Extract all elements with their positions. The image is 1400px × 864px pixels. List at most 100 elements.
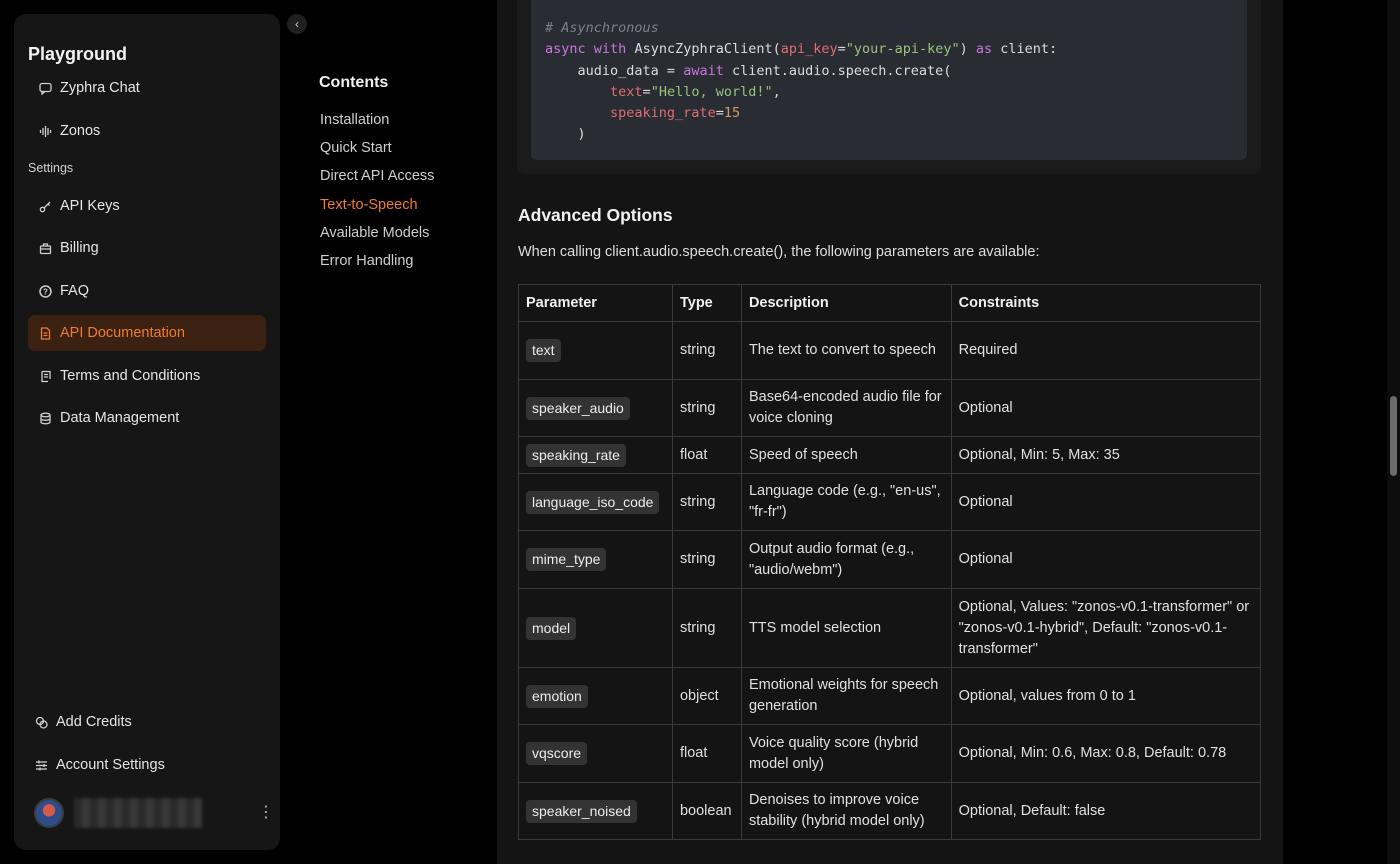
sidebar-item-label: Data Management [60, 410, 180, 426]
sidebar-item-zyphra-chat[interactable]: Zyphra Chat [28, 70, 266, 106]
document-icon [38, 326, 52, 340]
param-type: string [671, 473, 742, 531]
sidebar: Playground Zyphra Chat Zonos Settings AP… [14, 14, 280, 850]
param-description: TTS model selection [740, 588, 952, 668]
param-name: speaker_audio [526, 396, 630, 420]
toc-item-direct-api-access[interactable]: Direct API Access [320, 168, 434, 184]
coins-icon [34, 715, 48, 729]
scrollbar-thumb[interactable] [1390, 396, 1397, 476]
toc-item-installation[interactable]: Installation [320, 112, 389, 128]
param-name: vqscore [526, 742, 588, 765]
sidebar-item-label: API Keys [60, 198, 120, 214]
brand-title: Playground [28, 44, 128, 64]
param-name: mime_type [526, 548, 607, 571]
param-constraints: Optional [950, 473, 1262, 531]
database-icon [38, 411, 52, 425]
param-constraints: Optional, Default: false [950, 782, 1262, 840]
sidebar-item-terms[interactable]: Terms and Conditions [28, 358, 266, 394]
param-description: Emotional weights for speech generation [740, 667, 952, 725]
avatar [34, 798, 64, 828]
header-type: Type [671, 284, 742, 322]
header-description: Description [740, 284, 952, 322]
param-type: string [671, 530, 742, 589]
param-description: Output audio format (e.g., "audio/webm") [740, 530, 952, 589]
briefcase-icon [38, 241, 52, 255]
sidebar-item-label: Zonos [60, 123, 101, 139]
table-header-row: Parameter Type Description Constraints [518, 284, 1262, 322]
param-constraints: Optional, Min: 5, Max: 35 [950, 436, 1262, 474]
more-options-icon[interactable]: ⋮ [258, 802, 274, 822]
sidebar-item-label: Zyphra Chat [60, 80, 140, 96]
toc-item-quick-start[interactable]: Quick Start [320, 140, 392, 156]
param-type: float [671, 436, 742, 474]
scroll-icon [38, 369, 52, 383]
param-type: boolean [671, 782, 742, 840]
sidebar-item-api-keys[interactable]: API Keys [28, 188, 266, 224]
chat-bubble-icon [38, 81, 52, 95]
param-name: speaker_noised [526, 799, 637, 823]
audio-wave-icon [38, 124, 52, 138]
param-type: object [671, 667, 742, 725]
add-credits-button[interactable]: Add Credits [24, 704, 262, 740]
toc-item-text-to-speech[interactable]: Text-to-Speech [320, 197, 418, 213]
code-block-container: # Asynchronous async with AsyncZyphraCli… [517, 0, 1261, 174]
parameters-table: Parameter Type Description Constraints t… [518, 284, 1262, 840]
add-credits-label: Add Credits [56, 714, 132, 730]
user-name-redacted [74, 798, 202, 828]
scrollbar-track[interactable] [1387, 0, 1400, 864]
param-constraints: Optional, values from 0 to 1 [950, 667, 1262, 725]
param-description: The text to convert to speech [740, 321, 952, 380]
chevron-left-icon: ‹ [295, 17, 299, 31]
settings-section-label: Settings [28, 161, 74, 175]
collapse-sidebar-button[interactable]: ‹ [287, 14, 307, 34]
table-row: text string The text to convert to speec… [518, 321, 1262, 380]
param-type: float [671, 724, 742, 783]
sidebar-item-data-management[interactable]: Data Management [28, 400, 266, 436]
param-constraints: Optional [950, 379, 1262, 437]
table-row: emotion object Emotional weights for spe… [518, 667, 1262, 725]
param-name: emotion [526, 684, 588, 708]
param-description: Denoises to improve voice stability (hyb… [740, 782, 952, 840]
account-settings-button[interactable]: Account Settings [24, 747, 262, 783]
advanced-options-heading: Advanced Options [518, 205, 673, 225]
sidebar-item-api-documentation[interactable]: API Documentation [28, 315, 266, 351]
param-description: Language code (e.g., "en-us", "fr-fr") [740, 473, 952, 531]
sliders-icon [34, 758, 48, 772]
toc-item-error-handling[interactable]: Error Handling [320, 253, 414, 269]
param-description: Voice quality score (hybrid model only) [740, 724, 952, 783]
sidebar-item-label: Terms and Conditions [60, 368, 201, 384]
account-settings-label: Account Settings [56, 757, 165, 773]
svg-text:?: ? [43, 287, 48, 296]
param-name: text [526, 339, 561, 362]
table-row: language_iso_code string Language code (… [518, 473, 1262, 531]
param-constraints: Required [950, 321, 1262, 380]
code-block: # Asynchronous async with AsyncZyphraCli… [531, 0, 1247, 160]
advanced-options-description: When calling client.audio.speech.create(… [518, 244, 1040, 260]
sidebar-item-label: API Documentation [60, 325, 185, 341]
sidebar-item-billing[interactable]: Billing [28, 230, 266, 266]
key-icon [38, 199, 52, 213]
header-constraints: Constraints [950, 284, 1262, 322]
param-type: string [671, 321, 742, 380]
param-description: Base64-encoded audio file for voice clon… [740, 379, 952, 437]
param-description: Speed of speech [740, 436, 952, 474]
user-profile[interactable]: ⋮ [34, 796, 274, 830]
sidebar-item-faq[interactable]: ? FAQ [28, 273, 266, 309]
param-type: string [671, 588, 742, 668]
toc-title: Contents [319, 74, 389, 91]
sidebar-item-zonos[interactable]: Zonos [28, 113, 266, 149]
question-circle-icon: ? [38, 284, 52, 298]
param-name: speaking_rate [526, 443, 626, 467]
param-constraints: Optional, Values: "zonos-v0.1-transforme… [950, 588, 1262, 668]
param-constraints: Optional, Min: 0.6, Max: 0.8, Default: 0… [950, 724, 1262, 783]
param-name: language_iso_code [526, 490, 660, 514]
table-row: speaker_noised boolean Denoises to impro… [518, 782, 1262, 840]
toc-item-available-models[interactable]: Available Models [320, 225, 429, 241]
param-type: string [671, 379, 742, 437]
table-row: mime_type string Output audio format (e.… [518, 530, 1262, 589]
param-name: model [526, 616, 577, 640]
table-row: vqscore float Voice quality score (hybri… [518, 724, 1262, 783]
sidebar-item-label: Billing [60, 240, 99, 256]
param-constraints: Optional [950, 530, 1262, 589]
table-row: model string TTS model selection Optiona… [518, 588, 1262, 668]
